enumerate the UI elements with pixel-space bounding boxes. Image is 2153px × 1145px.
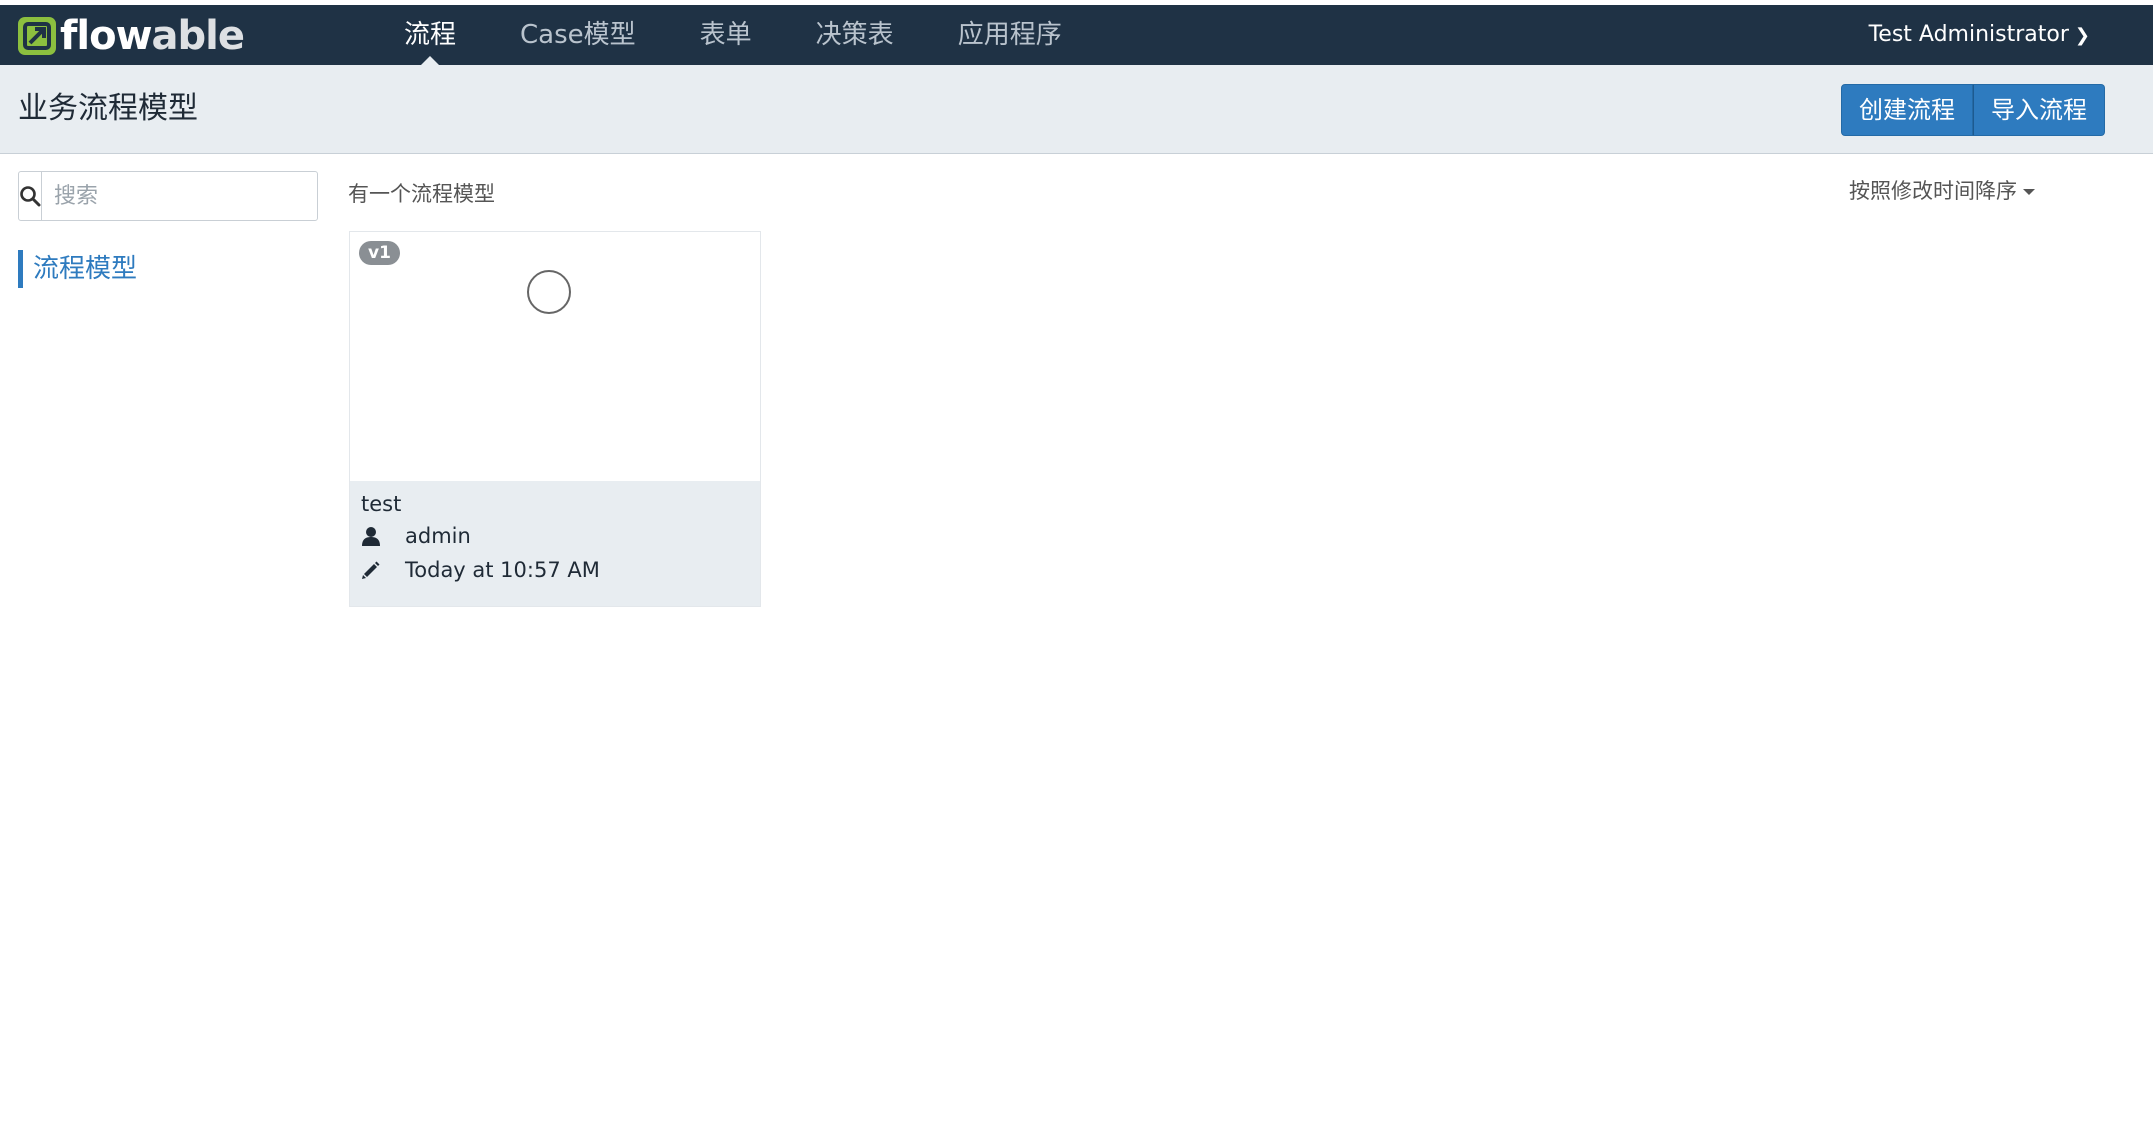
nav-tab-decision-tables[interactable]: 决策表 bbox=[784, 5, 926, 65]
search-input[interactable] bbox=[42, 172, 330, 220]
page-title: 业务流程模型 bbox=[18, 91, 198, 126]
nav-tab-forms[interactable]: 表单 bbox=[668, 5, 784, 65]
model-count-text: 有一个流程模型 bbox=[348, 182, 495, 206]
version-badge: v1 bbox=[359, 241, 400, 265]
search-icon bbox=[19, 172, 42, 220]
flowable-logo[interactable]: flowable bbox=[18, 13, 245, 59]
logo-wordmark: flowable bbox=[60, 13, 245, 59]
top-navbar: flowable 流程 Case模型 表单 决策表 应用程序 Test Admi… bbox=[0, 5, 2153, 66]
sort-dropdown[interactable]: 按照修改时间降序 bbox=[1849, 175, 2035, 205]
model-card-footer: test admin Today at 10:57 AM bbox=[350, 481, 760, 606]
nav-tab-case-model[interactable]: Case模型 bbox=[488, 5, 668, 65]
user-name: Test Administrator bbox=[1868, 22, 2069, 47]
sidebar-item-process-models[interactable]: 流程模型 bbox=[18, 250, 137, 288]
page-header: 业务流程模型 创建流程 导入流程 bbox=[0, 65, 2153, 154]
chevron-down-icon: ❯ bbox=[2074, 25, 2090, 46]
search-box bbox=[18, 171, 330, 221]
user-menu[interactable]: Test Administrator ❯ bbox=[1869, 5, 2090, 65]
model-thumbnail: v1 bbox=[350, 232, 760, 481]
model-modified-time: Today at 10:57 AM bbox=[405, 558, 600, 582]
create-process-button[interactable]: 创建流程 bbox=[1841, 84, 1973, 136]
import-process-button[interactable]: 导入流程 bbox=[1973, 84, 2105, 136]
model-author: admin bbox=[405, 524, 471, 548]
main-nav: 流程 Case模型 表单 决策表 应用程序 bbox=[372, 5, 1094, 66]
sort-label: 按照修改时间降序 bbox=[1849, 179, 2017, 203]
nav-tab-apps[interactable]: 应用程序 bbox=[926, 5, 1094, 65]
flowable-logo-icon bbox=[18, 17, 56, 55]
pencil-icon bbox=[361, 560, 405, 580]
user-icon bbox=[361, 526, 405, 546]
model-card[interactable]: v1 test admin Today at 10:57 AM bbox=[349, 231, 761, 607]
start-event-circle-icon bbox=[527, 270, 571, 314]
header-actions: 创建流程 导入流程 bbox=[1841, 84, 2105, 136]
caret-down-icon bbox=[2023, 189, 2035, 195]
model-author-row: admin bbox=[361, 519, 749, 553]
model-modified-row: Today at 10:57 AM bbox=[361, 553, 749, 587]
model-name: test bbox=[361, 492, 402, 516]
nav-tab-process[interactable]: 流程 bbox=[372, 5, 488, 66]
